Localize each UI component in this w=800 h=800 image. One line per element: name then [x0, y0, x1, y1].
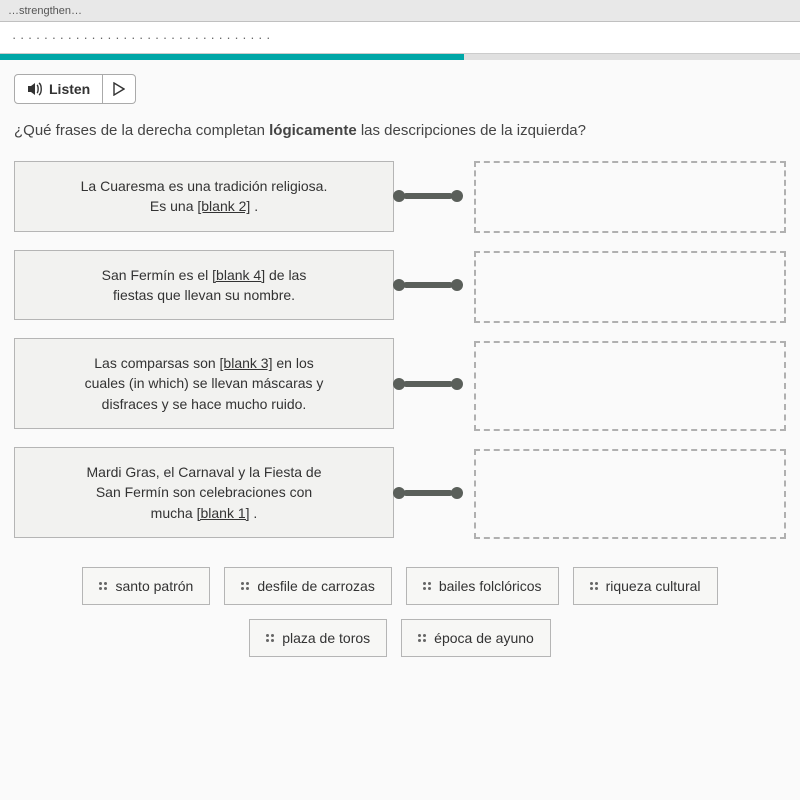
answer-chip-plaza-de-toros[interactable]: plaza de toros	[249, 619, 387, 657]
answer-chip-epoca-de-ayuno[interactable]: época de ayuno	[401, 619, 551, 657]
chip-label: santo patrón	[115, 578, 193, 594]
progress-fill	[0, 54, 464, 60]
connector-1[interactable]	[393, 190, 463, 202]
drop-zone-4[interactable]	[474, 449, 786, 539]
grip-icon	[266, 634, 274, 642]
question-prompt: ¿Qué frases de la derecha completan lógi…	[14, 122, 786, 139]
blank-4: [blank 4]	[212, 267, 265, 283]
browser-url-bar: …strengthen…	[0, 0, 800, 22]
grip-icon	[423, 582, 431, 590]
url-fragment: …strengthen…	[8, 5, 82, 17]
drop-zone-1[interactable]	[474, 161, 786, 233]
matching-area: La Cuaresma es una tradición religiosa. …	[14, 161, 786, 539]
exercise-area: Listen ¿Qué frases de la derecha complet…	[0, 60, 800, 671]
grip-icon	[99, 582, 107, 590]
chip-label: riqueza cultural	[606, 578, 701, 594]
answer-chip-santo-patron[interactable]: santo patrón	[82, 567, 210, 605]
blank-1: [blank 1]	[197, 505, 250, 521]
blank-2: [blank 2]	[197, 198, 250, 214]
listen-button[interactable]: Listen	[14, 74, 103, 104]
drop-zones-column	[474, 161, 786, 539]
answer-chip-desfile-de-carrozas[interactable]: desfile de carrozas	[224, 567, 392, 605]
lesson-title-truncated: · · · · · · · · · · · · · · · · · · · · …	[0, 22, 800, 54]
answer-chip-bailes-folcloricos[interactable]: bailes folclóricos	[406, 567, 559, 605]
listen-controls: Listen	[14, 74, 786, 104]
connector-2[interactable]	[393, 279, 463, 291]
description-card-2[interactable]: San Fermín es el [blank 4] de las fiesta…	[14, 250, 394, 321]
play-button[interactable]	[103, 74, 136, 104]
progress-bar	[0, 54, 800, 60]
chip-label: plaza de toros	[282, 630, 370, 646]
connector-4[interactable]	[393, 487, 463, 499]
listen-label: Listen	[49, 81, 90, 97]
speaker-icon	[27, 82, 43, 96]
answer-bank: santo patrón desfile de carrozas bailes …	[14, 567, 786, 657]
answer-chip-riqueza-cultural[interactable]: riqueza cultural	[573, 567, 718, 605]
blank-3: [blank 3]	[220, 355, 273, 371]
chip-label: época de ayuno	[434, 630, 534, 646]
connector-3[interactable]	[393, 378, 463, 390]
description-card-1[interactable]: La Cuaresma es una tradición religiosa. …	[14, 161, 394, 232]
content-frame: · · · · · · · · · · · · · · · · · · · · …	[0, 22, 800, 800]
grip-icon	[418, 634, 426, 642]
grip-icon	[590, 582, 598, 590]
grip-icon	[241, 582, 249, 590]
drop-zone-3[interactable]	[474, 341, 786, 431]
chip-label: desfile de carrozas	[257, 578, 375, 594]
drop-zone-2[interactable]	[474, 251, 786, 323]
chip-label: bailes folclóricos	[439, 578, 542, 594]
play-icon	[113, 82, 125, 96]
description-card-3[interactable]: Las comparsas son [blank 3] en los cuale…	[14, 338, 394, 429]
description-card-4[interactable]: Mardi Gras, el Carnaval y la Fiesta de S…	[14, 447, 394, 538]
descriptions-column: La Cuaresma es una tradición religiosa. …	[14, 161, 394, 539]
